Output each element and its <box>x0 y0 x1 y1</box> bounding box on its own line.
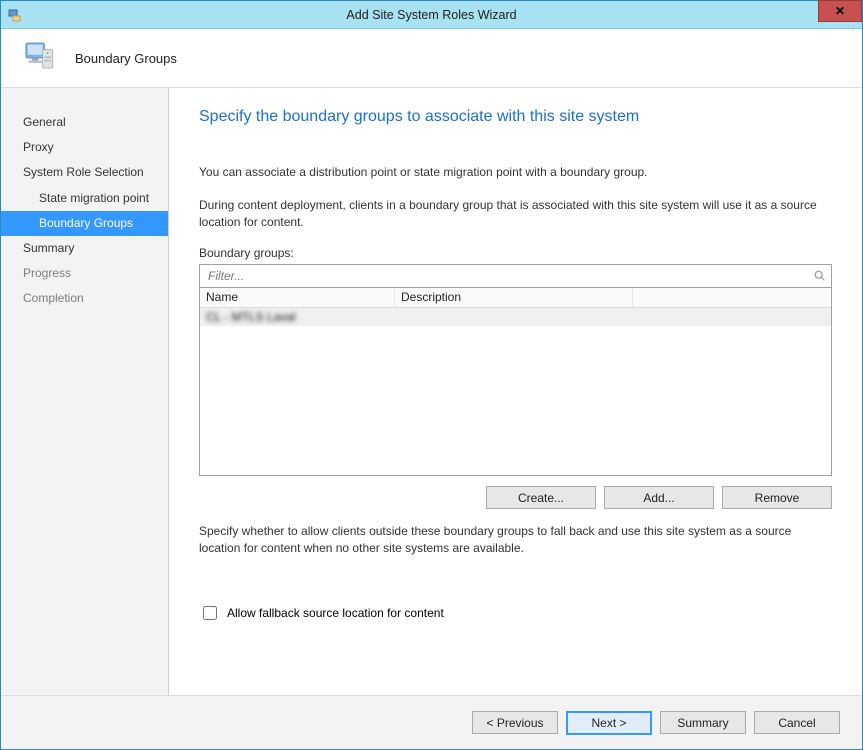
nav-item-system-role-selection[interactable]: System Role Selection <box>1 160 168 185</box>
window-title: Add Site System Roles Wizard <box>346 8 516 22</box>
fallback-checkbox-label: Allow fallback source location for conte… <box>227 606 444 620</box>
filter-input[interactable] <box>206 268 813 284</box>
wizard-body: General Proxy System Role Selection Stat… <box>1 88 862 695</box>
search-icon[interactable] <box>813 269 827 283</box>
wizard-footer: < Previous Next > Summary Cancel <box>1 695 862 749</box>
nav-item-state-migration-point[interactable]: State migration point <box>1 186 168 211</box>
fallback-checkbox[interactable] <box>203 606 217 620</box>
column-description[interactable]: Description <box>395 288 633 307</box>
column-name[interactable]: Name <box>200 288 395 307</box>
title-bar: Add Site System Roles Wizard ✕ <box>1 1 862 29</box>
cancel-button[interactable]: Cancel <box>754 711 840 734</box>
banner-computer-icon <box>21 38 61 78</box>
fallback-description: Specify whether to allow clients outside… <box>199 523 832 557</box>
add-button[interactable]: Add... <box>604 486 714 509</box>
banner: Boundary Groups <box>1 29 862 88</box>
nav-item-progress: Progress <box>1 261 168 286</box>
nav-item-completion: Completion <box>1 286 168 311</box>
page-heading: Specify the boundary groups to associate… <box>199 108 832 126</box>
nav-sidebar: General Proxy System Role Selection Stat… <box>1 88 169 695</box>
nav-item-boundary-groups[interactable]: Boundary Groups <box>1 211 168 236</box>
nav-item-general[interactable]: General <box>1 110 168 135</box>
boundary-groups-grid: Name Description CL - MTLS Laval <box>199 288 832 476</box>
grid-button-row: Create... Add... Remove <box>199 486 832 509</box>
boundary-groups-label: Boundary groups: <box>199 246 832 260</box>
app-icon <box>7 7 23 23</box>
next-button[interactable]: Next > <box>566 711 652 735</box>
filter-box <box>199 264 832 288</box>
intro-text-2: During content deployment, clients in a … <box>199 197 832 231</box>
banner-title: Boundary Groups <box>75 51 177 66</box>
grid-header: Name Description <box>200 288 831 308</box>
content-pane: Specify the boundary groups to associate… <box>169 88 862 695</box>
intro-text-1: You can associate a distribution point o… <box>199 164 832 181</box>
nav-item-proxy[interactable]: Proxy <box>1 135 168 160</box>
wizard-window: Add Site System Roles Wizard ✕ Boundary … <box>0 0 863 750</box>
close-icon: ✕ <box>835 5 845 17</box>
table-row[interactable]: CL - MTLS Laval <box>200 308 831 326</box>
remove-button[interactable]: Remove <box>722 486 832 509</box>
nav-item-summary[interactable]: Summary <box>1 236 168 261</box>
close-button[interactable]: ✕ <box>818 0 862 22</box>
fallback-checkbox-row: Allow fallback source location for conte… <box>199 603 832 623</box>
create-button[interactable]: Create... <box>486 486 596 509</box>
previous-button[interactable]: < Previous <box>472 711 558 734</box>
row-name-cell: CL - MTLS Laval <box>200 310 395 324</box>
summary-button[interactable]: Summary <box>660 711 746 734</box>
